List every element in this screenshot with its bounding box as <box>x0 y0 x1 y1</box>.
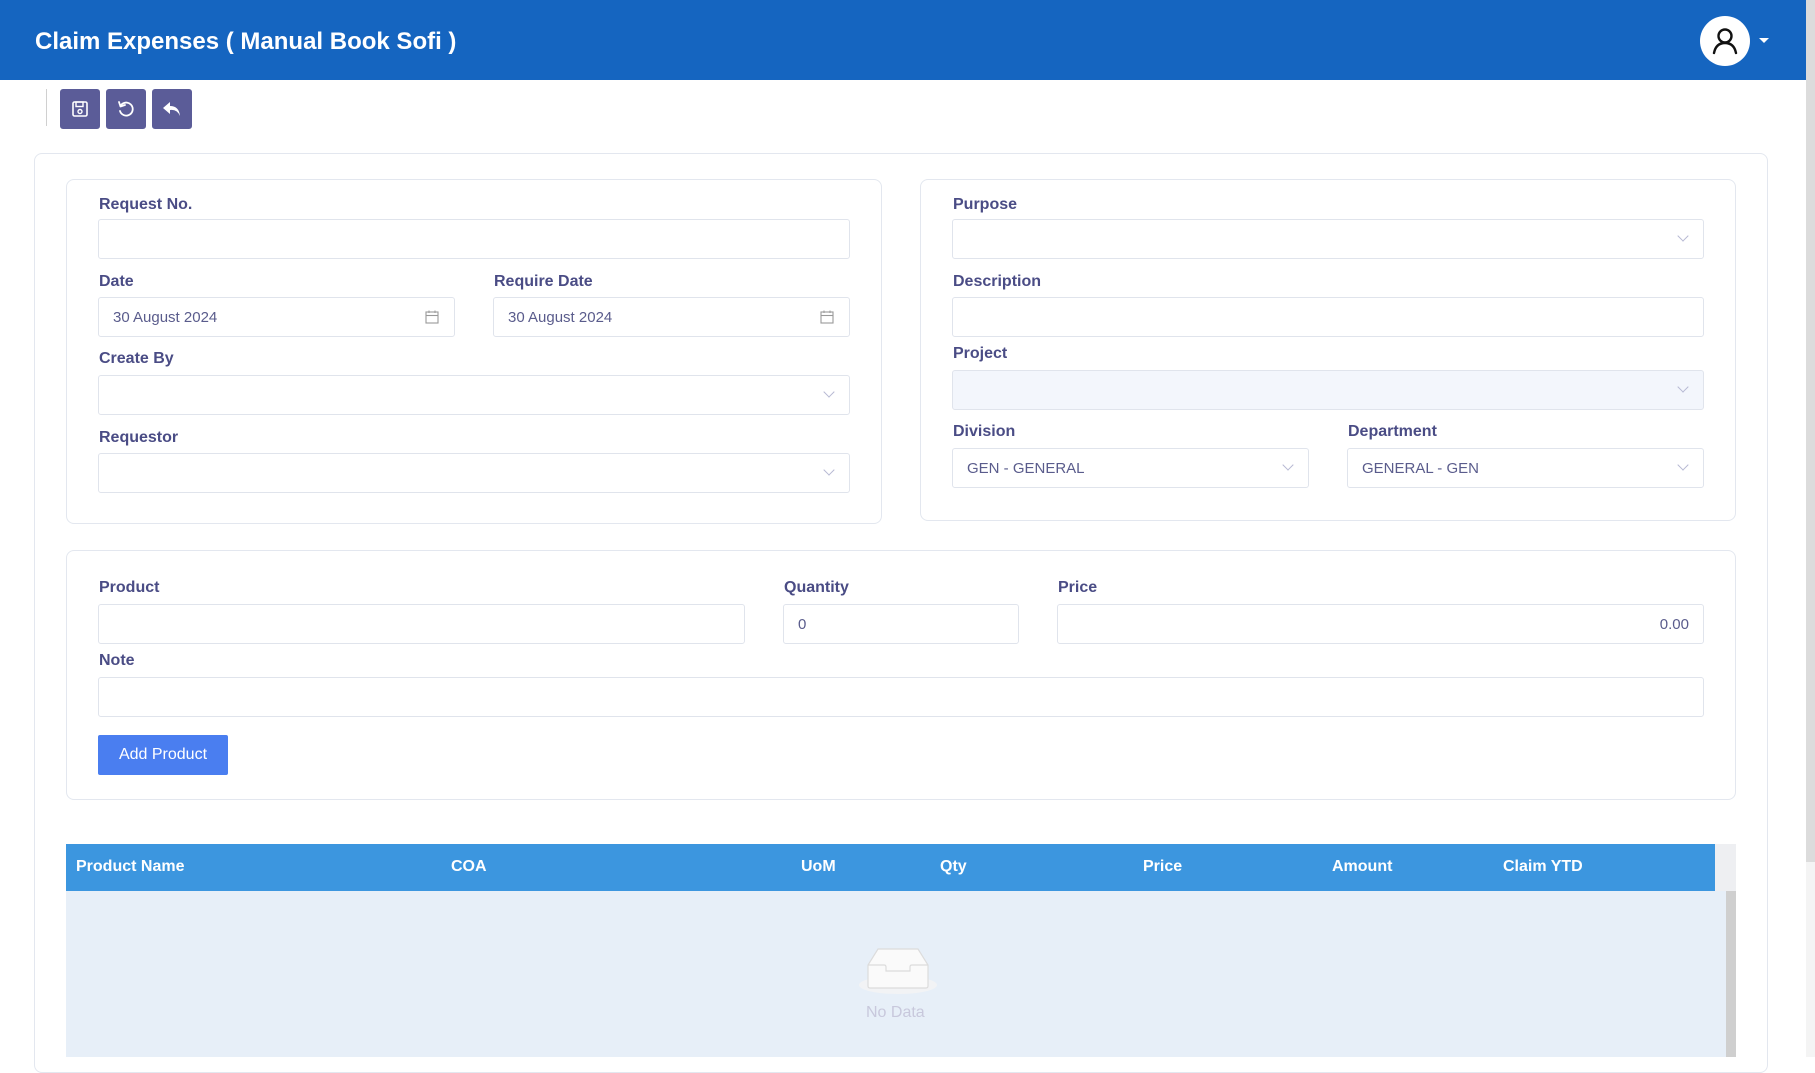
page-scrollbar-thumb[interactable] <box>1806 0 1815 862</box>
require-date-label: Require Date <box>494 273 593 290</box>
refresh-icon <box>118 101 134 117</box>
toolbar-divider <box>46 89 47 126</box>
create-by-label: Create By <box>99 350 174 367</box>
note-label: Note <box>99 652 135 669</box>
column-price[interactable]: Price <box>1143 858 1182 876</box>
department-label: Department <box>1348 423 1437 440</box>
purpose-label: Purpose <box>953 196 1018 213</box>
table-scroll-corner <box>1715 844 1736 891</box>
department-select[interactable]: GENERAL - GEN <box>1347 448 1704 488</box>
add-product-button[interactable]: Add Product <box>98 735 228 775</box>
chevron-down-icon <box>1677 233 1689 245</box>
date-label: Date <box>99 273 134 290</box>
column-amount[interactable]: Amount <box>1332 858 1392 876</box>
requestor-select[interactable] <box>98 453 850 493</box>
app-header: Claim Expenses ( Manual Book Sofi ) <box>0 0 1806 80</box>
request-no-label: Request No. <box>99 196 193 213</box>
page-title: Claim Expenses ( Manual Book Sofi ) <box>35 28 457 55</box>
undo-arrow-icon <box>163 102 180 116</box>
price-input[interactable]: 0.00 <box>1057 604 1704 644</box>
column-claim-ytd[interactable]: Claim YTD <box>1503 858 1583 876</box>
column-product-name[interactable]: Product Name <box>76 858 184 876</box>
save-icon <box>72 101 88 117</box>
calendar-icon[interactable] <box>819 309 835 325</box>
column-uom[interactable]: UoM <box>801 858 836 876</box>
note-input[interactable] <box>98 677 1704 717</box>
user-icon <box>1712 28 1738 55</box>
price-label: Price <box>1058 579 1098 596</box>
purpose-select[interactable] <box>952 219 1704 259</box>
empty-inbox-icon <box>859 948 937 994</box>
chevron-down-icon <box>1677 384 1689 396</box>
table-scrollbar[interactable] <box>1726 891 1736 1057</box>
save-button[interactable] <box>60 89 100 129</box>
project-select[interactable] <box>952 370 1704 410</box>
empty-state-text: No Data <box>866 1004 925 1021</box>
division-label: Division <box>953 423 1016 440</box>
column-qty[interactable]: Qty <box>940 858 967 876</box>
chevron-down-icon <box>823 389 835 401</box>
product-entry-card <box>66 550 1736 800</box>
product-input[interactable] <box>98 604 745 644</box>
quantity-input[interactable]: 0 <box>783 604 1019 644</box>
chevron-down-icon <box>1677 462 1689 474</box>
product-label: Product <box>99 579 160 596</box>
column-coa[interactable]: COA <box>451 858 487 876</box>
date-input[interactable]: 30 August 2024 <box>98 297 455 337</box>
back-button[interactable] <box>152 89 192 129</box>
chevron-down-icon <box>1282 462 1294 474</box>
require-date-input[interactable]: 30 August 2024 <box>493 297 850 337</box>
description-input[interactable] <box>952 297 1704 337</box>
refresh-button[interactable] <box>106 89 146 129</box>
project-label: Project <box>953 345 1008 362</box>
user-avatar[interactable] <box>1700 16 1750 66</box>
division-select[interactable]: GEN - GENERAL <box>952 448 1309 488</box>
request-no-input[interactable] <box>98 219 850 259</box>
create-by-select[interactable] <box>98 375 850 415</box>
table-body <box>66 891 1727 1057</box>
chevron-down-icon <box>823 467 835 479</box>
requestor-label: Requestor <box>99 429 179 446</box>
table-header: Product Name COA UoM Qty Price Amount Cl… <box>66 844 1715 891</box>
calendar-icon[interactable] <box>424 309 440 325</box>
description-label: Description <box>953 273 1042 290</box>
quantity-label: Quantity <box>784 579 849 596</box>
caret-down-icon[interactable] <box>1759 38 1769 43</box>
